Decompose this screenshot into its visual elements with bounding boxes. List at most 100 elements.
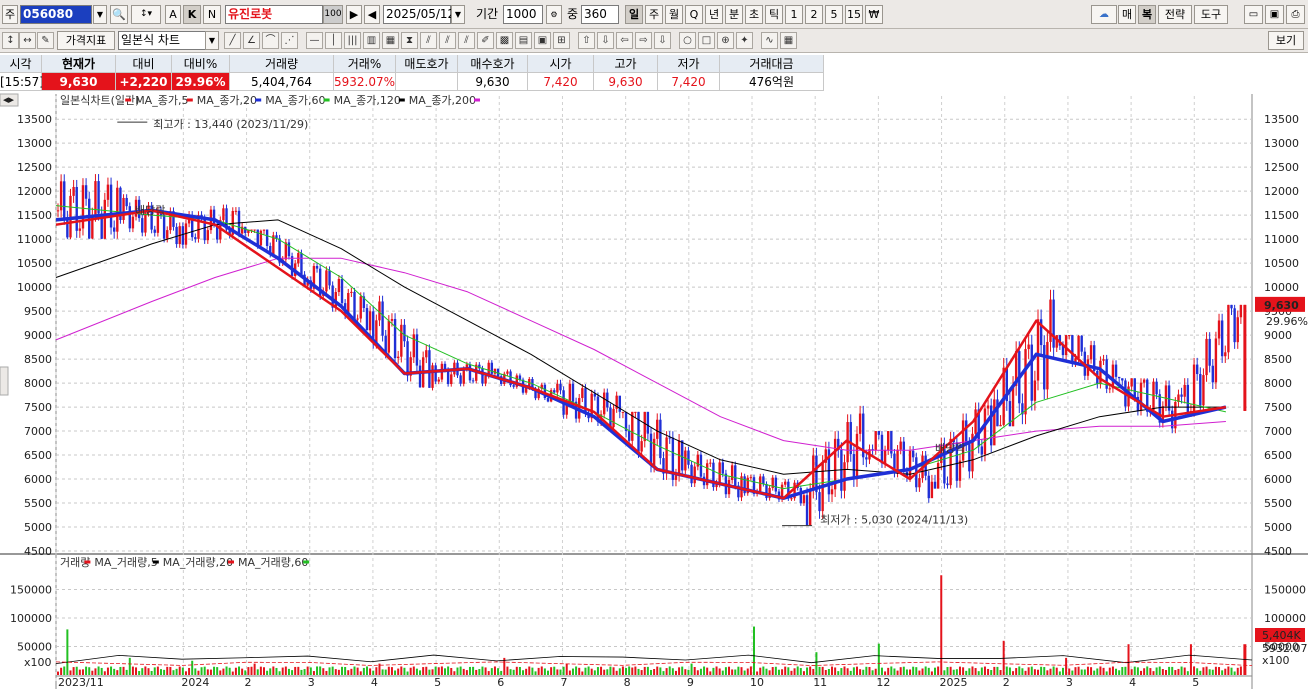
candle-body-252 bbox=[843, 462, 846, 491]
period-button-4[interactable]: 년 bbox=[705, 5, 723, 24]
drawing-tool-icon-28[interactable]: ▦ bbox=[780, 32, 797, 49]
right-button-3[interactable]: 도구 bbox=[1194, 5, 1228, 24]
arrow-up-down-icon[interactable]: ↕ bbox=[2, 32, 19, 49]
drawing-tool-icon-2[interactable]: ⌒ bbox=[262, 32, 279, 49]
drawing-tool-icon-5[interactable]: │ bbox=[325, 32, 342, 49]
chart-type-dropdown-icon[interactable]: ▼ bbox=[205, 31, 219, 50]
drawing-tool-icon-23[interactable]: ○ bbox=[679, 32, 696, 49]
right-button-0[interactable]: 매 bbox=[1118, 5, 1136, 24]
volume-bar-316 bbox=[1043, 667, 1046, 675]
period-button-7[interactable]: 틱 bbox=[765, 5, 783, 24]
drawing-tool-icon-7[interactable]: ▥ bbox=[363, 32, 380, 49]
arrow-left-right-icon[interactable]: ↔ bbox=[19, 32, 36, 49]
prev-arrow-icon[interactable]: ◀ bbox=[364, 5, 380, 24]
drawing-tool-icon-12[interactable]: ⫽ bbox=[458, 32, 475, 49]
print-icon[interactable]: ⎙ bbox=[1286, 5, 1305, 24]
period-button-0[interactable]: 일 bbox=[625, 5, 643, 24]
drawing-tool-icon-14[interactable]: ▩ bbox=[496, 32, 513, 49]
drawing-toolbar: ↕ ↔ ✎ 가격지표 일본식 차트 ▼ ╱ ∠ ⌒ ⋰ — │ ||| ▥ ▦ ⧗ ⫽ ⫽ ⫽ ✐ ▩ ▤ ▣ ⊞… bbox=[0, 29, 1308, 53]
drawing-tool-icon-4[interactable]: — bbox=[306, 32, 323, 49]
candle-body-373 bbox=[1220, 320, 1224, 357]
candle-body-276 bbox=[918, 478, 921, 488]
drawing-tool-icon-15[interactable]: ▤ bbox=[515, 32, 532, 49]
drawing-tool-icon-18[interactable]: ⇧ bbox=[578, 32, 595, 49]
period-button-10[interactable]: 5 bbox=[825, 5, 843, 24]
volume-bar-237 bbox=[796, 666, 799, 675]
volume-bar-351 bbox=[1152, 671, 1155, 675]
right-button-1[interactable]: 복 bbox=[1138, 5, 1156, 24]
drawing-tool-icon-3[interactable]: ⋰ bbox=[281, 32, 298, 49]
x-label-6: 6 bbox=[497, 676, 504, 689]
edit-icon[interactable]: ✎ bbox=[37, 32, 54, 49]
price-legend-5: MA_종가,200 bbox=[409, 94, 476, 107]
btn-n[interactable]: N bbox=[203, 5, 221, 24]
stock-chart[interactable]: ◂▸4500 45005000 50005500 55006000 60006500 65… bbox=[0, 92, 1308, 689]
period-settings-icon[interactable]: ⚙ bbox=[546, 5, 562, 24]
period-button-2[interactable]: 월 bbox=[665, 5, 683, 24]
period-button-3[interactable]: Q bbox=[685, 5, 703, 24]
period-label: 기간 bbox=[476, 7, 499, 21]
period-button-6[interactable]: 초 bbox=[745, 5, 763, 24]
drawing-tool-icon-13[interactable]: ✐ bbox=[477, 32, 494, 49]
drawing-tool-icon-26[interactable]: ✦ bbox=[736, 32, 753, 49]
price-tick-left-6: 7500 bbox=[24, 401, 52, 414]
volume-bar-51 bbox=[216, 667, 219, 675]
drawing-tool-icon-17[interactable]: ⊞ bbox=[553, 32, 570, 49]
drawing-tool-icon-21[interactable]: ⇨ bbox=[635, 32, 652, 49]
sort-icon[interactable]: ↕▾ bbox=[131, 5, 161, 24]
chart-type-select[interactable]: 일본식 차트 bbox=[118, 31, 208, 50]
candle-body-371 bbox=[1214, 338, 1218, 383]
drawing-tool-icon-22[interactable]: ⇩ bbox=[654, 32, 671, 49]
view-button[interactable]: 보기 bbox=[1268, 31, 1304, 50]
price-indicator-button[interactable]: 가격지표 bbox=[57, 31, 115, 50]
drawing-tool-icon-19[interactable]: ⇩ bbox=[597, 32, 614, 49]
drawing-tool-icon-9[interactable]: ⧗ bbox=[401, 32, 418, 49]
period-button-5[interactable]: 분 bbox=[725, 5, 743, 24]
cloud-icon[interactable]: ☁ bbox=[1091, 5, 1117, 24]
stock-code-input[interactable]: 056080 bbox=[20, 5, 92, 24]
date-dropdown-icon[interactable]: ▼ bbox=[451, 5, 465, 24]
next-arrow-icon[interactable]: ▶ bbox=[346, 5, 362, 24]
search-icon[interactable]: 🔍 bbox=[110, 5, 128, 24]
drawing-tool-icon-24[interactable]: □ bbox=[698, 32, 715, 49]
drawing-tool-icon-16[interactable]: ▣ bbox=[534, 32, 551, 49]
drawing-tool-icon-6[interactable]: ||| bbox=[344, 32, 361, 49]
period-button-8[interactable]: 1 bbox=[785, 5, 803, 24]
btn-k[interactable]: K bbox=[183, 5, 201, 24]
volume-bar-162 bbox=[562, 666, 565, 675]
volume-bar-247 bbox=[827, 668, 830, 675]
drawing-tool-icon-1[interactable]: ∠ bbox=[243, 32, 260, 49]
volume-bar-47 bbox=[203, 666, 206, 675]
right-button-2[interactable]: 전략 bbox=[1158, 5, 1192, 24]
drawing-tool-icon-11[interactable]: ⫽ bbox=[439, 32, 456, 49]
code-dropdown-icon[interactable]: ▼ bbox=[93, 5, 107, 24]
btn-a[interactable]: A bbox=[165, 5, 181, 24]
period-input[interactable]: 1000 bbox=[503, 5, 543, 24]
volume-bar-8 bbox=[81, 669, 84, 675]
save-icon[interactable]: ▣ bbox=[1265, 5, 1284, 24]
candle-body-132 bbox=[468, 364, 472, 381]
drawing-tool-icon-10[interactable]: ⫽ bbox=[420, 32, 437, 49]
drawing-tool-icon-0[interactable]: ╱ bbox=[224, 32, 241, 49]
candle-body-144 bbox=[506, 371, 509, 374]
period-button-1[interactable]: 주 bbox=[645, 5, 663, 24]
candle-body-352 bbox=[1155, 381, 1158, 395]
period-button-12[interactable]: ₩ bbox=[865, 5, 883, 24]
period-button-11[interactable]: 15 bbox=[845, 5, 863, 24]
drawing-tool-icon-8[interactable]: ▦ bbox=[382, 32, 399, 49]
count-input[interactable]: 360 bbox=[581, 5, 619, 24]
period-button-9[interactable]: 2 bbox=[805, 5, 823, 24]
folder-icon[interactable]: ▭ bbox=[1244, 5, 1263, 24]
search-code-button[interactable]: 100 bbox=[323, 5, 343, 24]
candle-body-100 bbox=[368, 311, 372, 331]
drawing-tool-icon-20[interactable]: ⇦ bbox=[616, 32, 633, 49]
volume-bar-49 bbox=[209, 669, 212, 675]
candle-body-279 bbox=[927, 475, 930, 499]
date-input[interactable]: 2025/05/12 bbox=[383, 5, 455, 24]
market-type-button[interactable]: 주 bbox=[2, 5, 18, 24]
drawing-tool-icon-25[interactable]: ⊕ bbox=[717, 32, 734, 49]
drawing-tool-icon-27[interactable]: ∿ bbox=[761, 32, 778, 49]
quote-header-9: 고가 bbox=[594, 55, 658, 73]
candle-body-361 bbox=[1183, 384, 1186, 397]
volume-bar-56 bbox=[231, 671, 234, 675]
